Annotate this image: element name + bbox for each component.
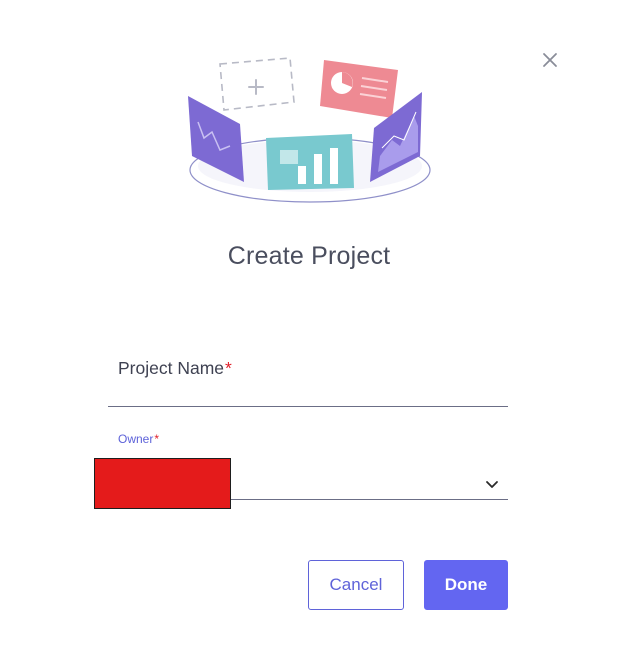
close-button[interactable] (538, 48, 562, 72)
owner-value-redacted (94, 458, 231, 509)
required-marker: * (225, 358, 232, 378)
pie-card-icon (320, 60, 398, 118)
dialog-title: Create Project (227, 242, 391, 270)
chevron-down-icon[interactable] (484, 476, 500, 492)
bar-chart-card-icon (266, 134, 354, 190)
project-illustration (188, 57, 431, 203)
add-card-icon (219, 57, 295, 111)
create-project-dialog: Create Project Project Name* Owner* Canc… (0, 0, 618, 662)
project-name-label: Project Name* (118, 358, 232, 378)
owner-label: Owner* (118, 432, 160, 446)
project-name-field[interactable]: Project Name* (108, 350, 508, 407)
cancel-button[interactable]: Cancel (308, 560, 404, 610)
close-icon (543, 53, 557, 67)
required-marker: * (154, 432, 160, 446)
done-button[interactable]: Done (424, 560, 508, 610)
